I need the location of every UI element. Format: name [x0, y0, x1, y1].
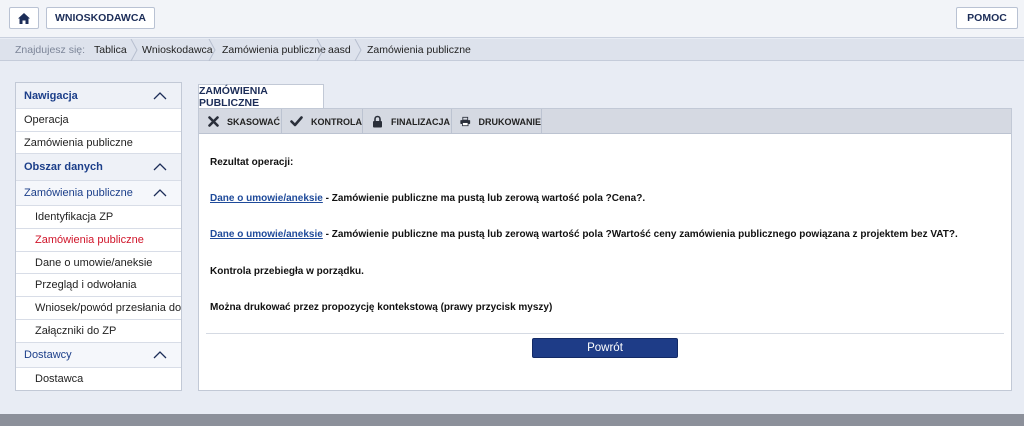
- sidebar-item-public-procurement[interactable]: Zamówienia publiczne: [16, 132, 181, 154]
- breadcrumb-lead: Znajdujesz się:: [15, 44, 86, 56]
- finalize-button[interactable]: FINALIZACJA: [363, 109, 452, 134]
- sidebar-section-label: Dostawcy: [24, 349, 72, 361]
- home-icon: [18, 12, 30, 24]
- check-button[interactable]: KONTROLA: [282, 109, 363, 134]
- sidebar-item-zp-identification[interactable]: Identyfikacja ZP: [16, 206, 181, 229]
- sidebar-item-zp-orders[interactable]: Zamówienia publiczne: [16, 229, 181, 252]
- sidebar-item-label: Załączniki do ZP: [35, 325, 117, 337]
- home-button[interactable]: [9, 7, 39, 29]
- sidebar-header-label: Nawigacja: [24, 89, 78, 102]
- sidebar-item-contract-data[interactable]: Dane o umowie/aneksie: [16, 252, 181, 274]
- role-button[interactable]: WNIOSKODAWCA: [46, 7, 155, 29]
- main-panel: SKASOWAĆ KONTROLA FINALIZACJA DRUKOWANIE…: [198, 108, 1012, 391]
- toolbar: SKASOWAĆ KONTROLA FINALIZACJA DRUKOWANIE: [199, 109, 1011, 134]
- check-ok-text: Kontrola przebiegła w porządku.: [210, 266, 364, 277]
- sidebar-item-label: Operacja: [24, 114, 69, 126]
- sidebar-header-label: Obszar danych: [24, 161, 103, 173]
- breadcrumb-separator: [208, 39, 216, 61]
- sidebar-section-public-procurement[interactable]: Zamówienia publiczne: [16, 181, 181, 206]
- close-icon: [208, 116, 219, 127]
- sidebar-item-review-appeals[interactable]: Przegląd i odwołania: [16, 274, 181, 297]
- print-button[interactable]: DRUKOWANIE: [452, 109, 542, 134]
- print-hint-text: Można drukować przez propozycję kontekst…: [210, 302, 553, 313]
- sidebar-header-navigation[interactable]: Nawigacja: [16, 83, 181, 109]
- breadcrumb-separator: [316, 39, 324, 61]
- sidebar-section-label: Zamówienia publiczne: [24, 187, 133, 199]
- help-button[interactable]: POMOC: [956, 7, 1018, 29]
- sidebar-item-label: Przegląd i odwołania: [35, 279, 137, 291]
- sidebar-item-supplier[interactable]: Dostawca: [16, 368, 181, 390]
- sidebar-section-suppliers[interactable]: Dostawcy: [16, 343, 181, 368]
- chevron-up-icon: [153, 91, 167, 99]
- message-row: Dane o umowie/aneksie - Zamówienie publi…: [210, 193, 645, 204]
- sidebar-header-data-area[interactable]: Obszar danych: [16, 154, 181, 181]
- breadcrumb-item-dashboard[interactable]: Tablica: [94, 44, 127, 56]
- result-label: Rezultat operacji:: [210, 157, 294, 168]
- lock-icon: [373, 115, 382, 128]
- sidebar-item-label: Identyfikacja ZP: [35, 211, 114, 223]
- checkmark-icon: [290, 116, 303, 127]
- sidebar-item-label: Wniosek/powód przesłania do UOKiK: [35, 302, 181, 314]
- sidebar-item-label: Zamówienia publiczne: [24, 136, 133, 149]
- message-row: Dane o umowie/aneksie - Zamówienie publi…: [210, 229, 958, 240]
- sidebar-item-label: Dostawca: [35, 373, 84, 385]
- chevron-up-icon: [153, 163, 167, 171]
- divider: [206, 333, 1004, 334]
- breadcrumb-separator: [354, 39, 362, 61]
- sidebar: Nawigacja Operacja Zamówienia publiczne …: [15, 82, 182, 391]
- message-text: - Zamówienie publiczne ma pustą lub zero…: [322, 229, 958, 240]
- check-label: KONTROLA: [311, 116, 362, 127]
- sidebar-item-uokik-request[interactable]: Wniosek/powód przesłania do UOKiK: [16, 297, 181, 320]
- chevron-up-icon: [153, 351, 167, 359]
- breadcrumb-item-applicant[interactable]: Wnioskodawca: [142, 44, 213, 56]
- tab-public-procurement[interactable]: ZAMÓWIENIA PUBLICZNE: [198, 84, 324, 109]
- breadcrumb: Znajdujesz się: Tablica Wnioskodawca Zam…: [0, 39, 1024, 61]
- sidebar-item-label: Dane o umowie/aneksie: [35, 256, 153, 269]
- chevron-up-icon: [153, 189, 167, 197]
- back-button[interactable]: Powrót: [532, 338, 678, 358]
- message-text: - Zamówienie publiczne ma pustą lub zero…: [322, 193, 646, 204]
- printer-icon: [460, 116, 471, 127]
- footer-bar: [0, 414, 1024, 426]
- sidebar-item-attachments[interactable]: Załączniki do ZP: [16, 320, 181, 343]
- sidebar-item-label: Zamówienia publiczne: [35, 234, 144, 246]
- cancel-button[interactable]: SKASOWAĆ: [199, 109, 282, 134]
- message-link[interactable]: Dane o umowie/aneksie: [210, 193, 323, 204]
- breadcrumb-item-current: Zamówienia publiczne: [367, 44, 471, 56]
- breadcrumb-separator: [130, 39, 138, 61]
- finalize-label: FINALIZACJA: [391, 116, 450, 127]
- message-link[interactable]: Dane o umowie/aneksie: [210, 229, 323, 240]
- print-label: DRUKOWANIE: [478, 116, 542, 127]
- cancel-label: SKASOWAĆ: [227, 116, 281, 127]
- top-bar: WNIOSKODAWCA POMOC: [0, 0, 1024, 38]
- sidebar-item-operation[interactable]: Operacja: [16, 109, 181, 132]
- breadcrumb-item-public-procurement[interactable]: Zamówienia publiczne: [222, 44, 326, 56]
- breadcrumb-item-project[interactable]: aasd: [328, 44, 351, 56]
